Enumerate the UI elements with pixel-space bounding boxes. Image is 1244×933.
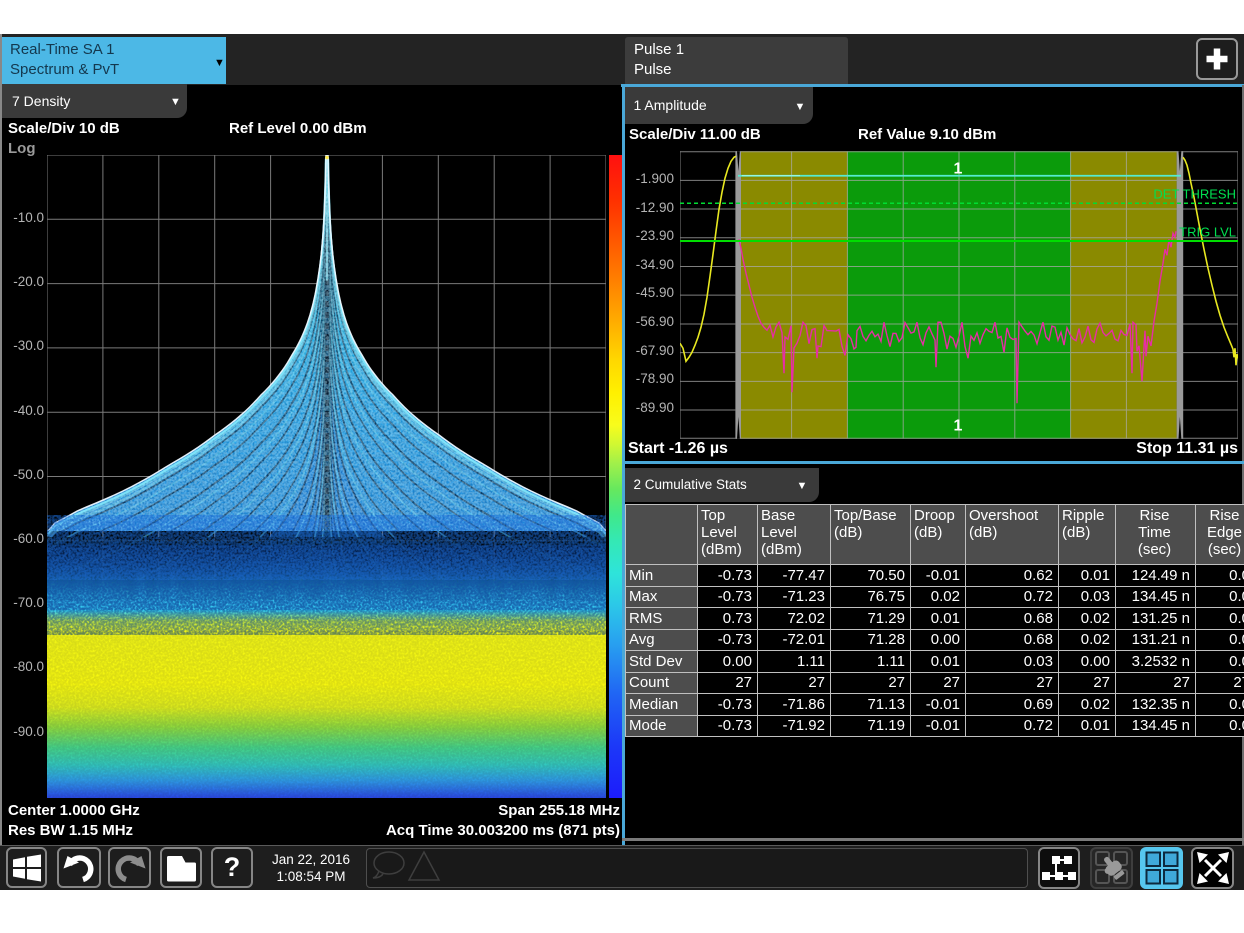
svg-text:1: 1 (954, 160, 963, 177)
svg-text:1: 1 (954, 417, 963, 434)
svg-text:TRIG LVL: TRIG LVL (1179, 224, 1236, 239)
svg-text:DET THRESH: DET THRESH (1153, 186, 1236, 201)
